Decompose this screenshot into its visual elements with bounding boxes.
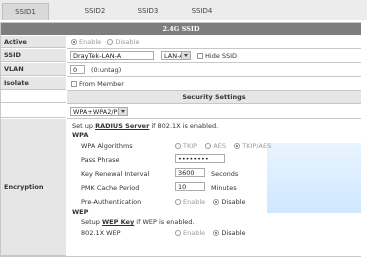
hide-ssid-checkbox[interactable] [197, 53, 203, 59]
pass-phrase-input[interactable]: •••••••• [175, 154, 225, 163]
ssid-input[interactable]: DrayTek-LAN-A [70, 51, 154, 60]
chevron-down-icon [118, 108, 127, 115]
ssid-cell: DrayTek-LAN-A LAN-A Hide SSID [67, 49, 361, 63]
active-cell: Enable Disable [67, 36, 361, 49]
active-enable-label: Enable [79, 38, 102, 46]
from-member-label: From Member [79, 80, 124, 88]
wep-enable-radio[interactable] [175, 230, 181, 236]
key-renewal-input[interactable]: 3600 [175, 168, 205, 177]
security-left-spacer [1, 91, 66, 103]
encryption-label: Encryption [1, 119, 66, 256]
isolate-cell: From Member [67, 77, 361, 91]
wep-disable-radio[interactable] [213, 230, 220, 236]
security-mode-cell: WPA+WPA2/PSK [67, 104, 361, 119]
encryption-cell: Set up RADIUS Server if 802.1X is enable… [67, 119, 361, 256]
preauth-disable-radio[interactable] [213, 199, 220, 205]
vlan-cell: 0 (0:untag) [67, 63, 361, 77]
ssid-label: SSID [1, 49, 66, 62]
minutes-unit: Minutes [211, 184, 237, 192]
wep-key-link[interactable]: WEP Key [102, 218, 134, 226]
pmk-cache-input[interactable]: 10 [175, 182, 205, 191]
pre-auth-label: Pre-Authentication [81, 198, 142, 206]
radius-server-link[interactable]: RADIUS Server [95, 122, 149, 130]
wep-title: WEP [72, 208, 89, 216]
wpa-title: WPA [72, 131, 89, 139]
pass-phrase-label: Pass Phrase [81, 156, 120, 164]
vlan-label: VLAN [1, 63, 66, 76]
lan-select[interactable]: LAN-A [161, 51, 191, 60]
tab-ssid4[interactable]: SSID4 [182, 3, 222, 19]
section-header: 2.4G SSID [1, 23, 361, 35]
active-label: Active [1, 36, 66, 48]
security-settings-header: Security Settings [67, 91, 361, 104]
wpa-algorithms-label: WPA Algorithms [81, 142, 133, 150]
preauth-enable-radio[interactable] [175, 199, 181, 205]
ssid-settings-panel: 2.4G SSID Active Enable Disable SSID Dra… [0, 22, 361, 257]
vlan-untag-note: (0:untag) [91, 66, 122, 74]
pmk-cache-label: PMK Cache Period [81, 184, 140, 192]
isolate-label: Isolate [1, 77, 66, 90]
wep-8021x-label: 802.1X WEP [81, 229, 121, 237]
active-enable-radio[interactable] [71, 39, 77, 45]
alg-tkip-radio[interactable] [175, 143, 181, 149]
from-member-checkbox[interactable] [71, 81, 77, 87]
hide-ssid-label: Hide SSID [205, 52, 238, 60]
active-disable-label: Disable [115, 38, 140, 46]
key-renewal-label: Key Renewal Interval [81, 170, 150, 178]
alg-tkip-aes-radio[interactable] [234, 143, 241, 149]
tab-ssid1[interactable]: SSID1 [2, 3, 49, 20]
security-mode-select[interactable]: WPA+WPA2/PSK [70, 107, 128, 116]
seconds-unit: Seconds [211, 170, 239, 178]
chevron-down-icon [181, 52, 190, 59]
alg-aes-radio[interactable] [205, 143, 212, 149]
ssid-tabs: SSID1 SSID2 SSID3 SSID4 [0, 0, 367, 20]
tab-ssid2[interactable]: SSID2 [75, 3, 115, 19]
vlan-input[interactable]: 0 [70, 65, 85, 74]
highlight-panel [267, 143, 361, 213]
active-disable-radio[interactable] [107, 39, 114, 45]
tab-ssid3[interactable]: SSID3 [128, 3, 168, 19]
mode-left-spacer [1, 104, 66, 118]
